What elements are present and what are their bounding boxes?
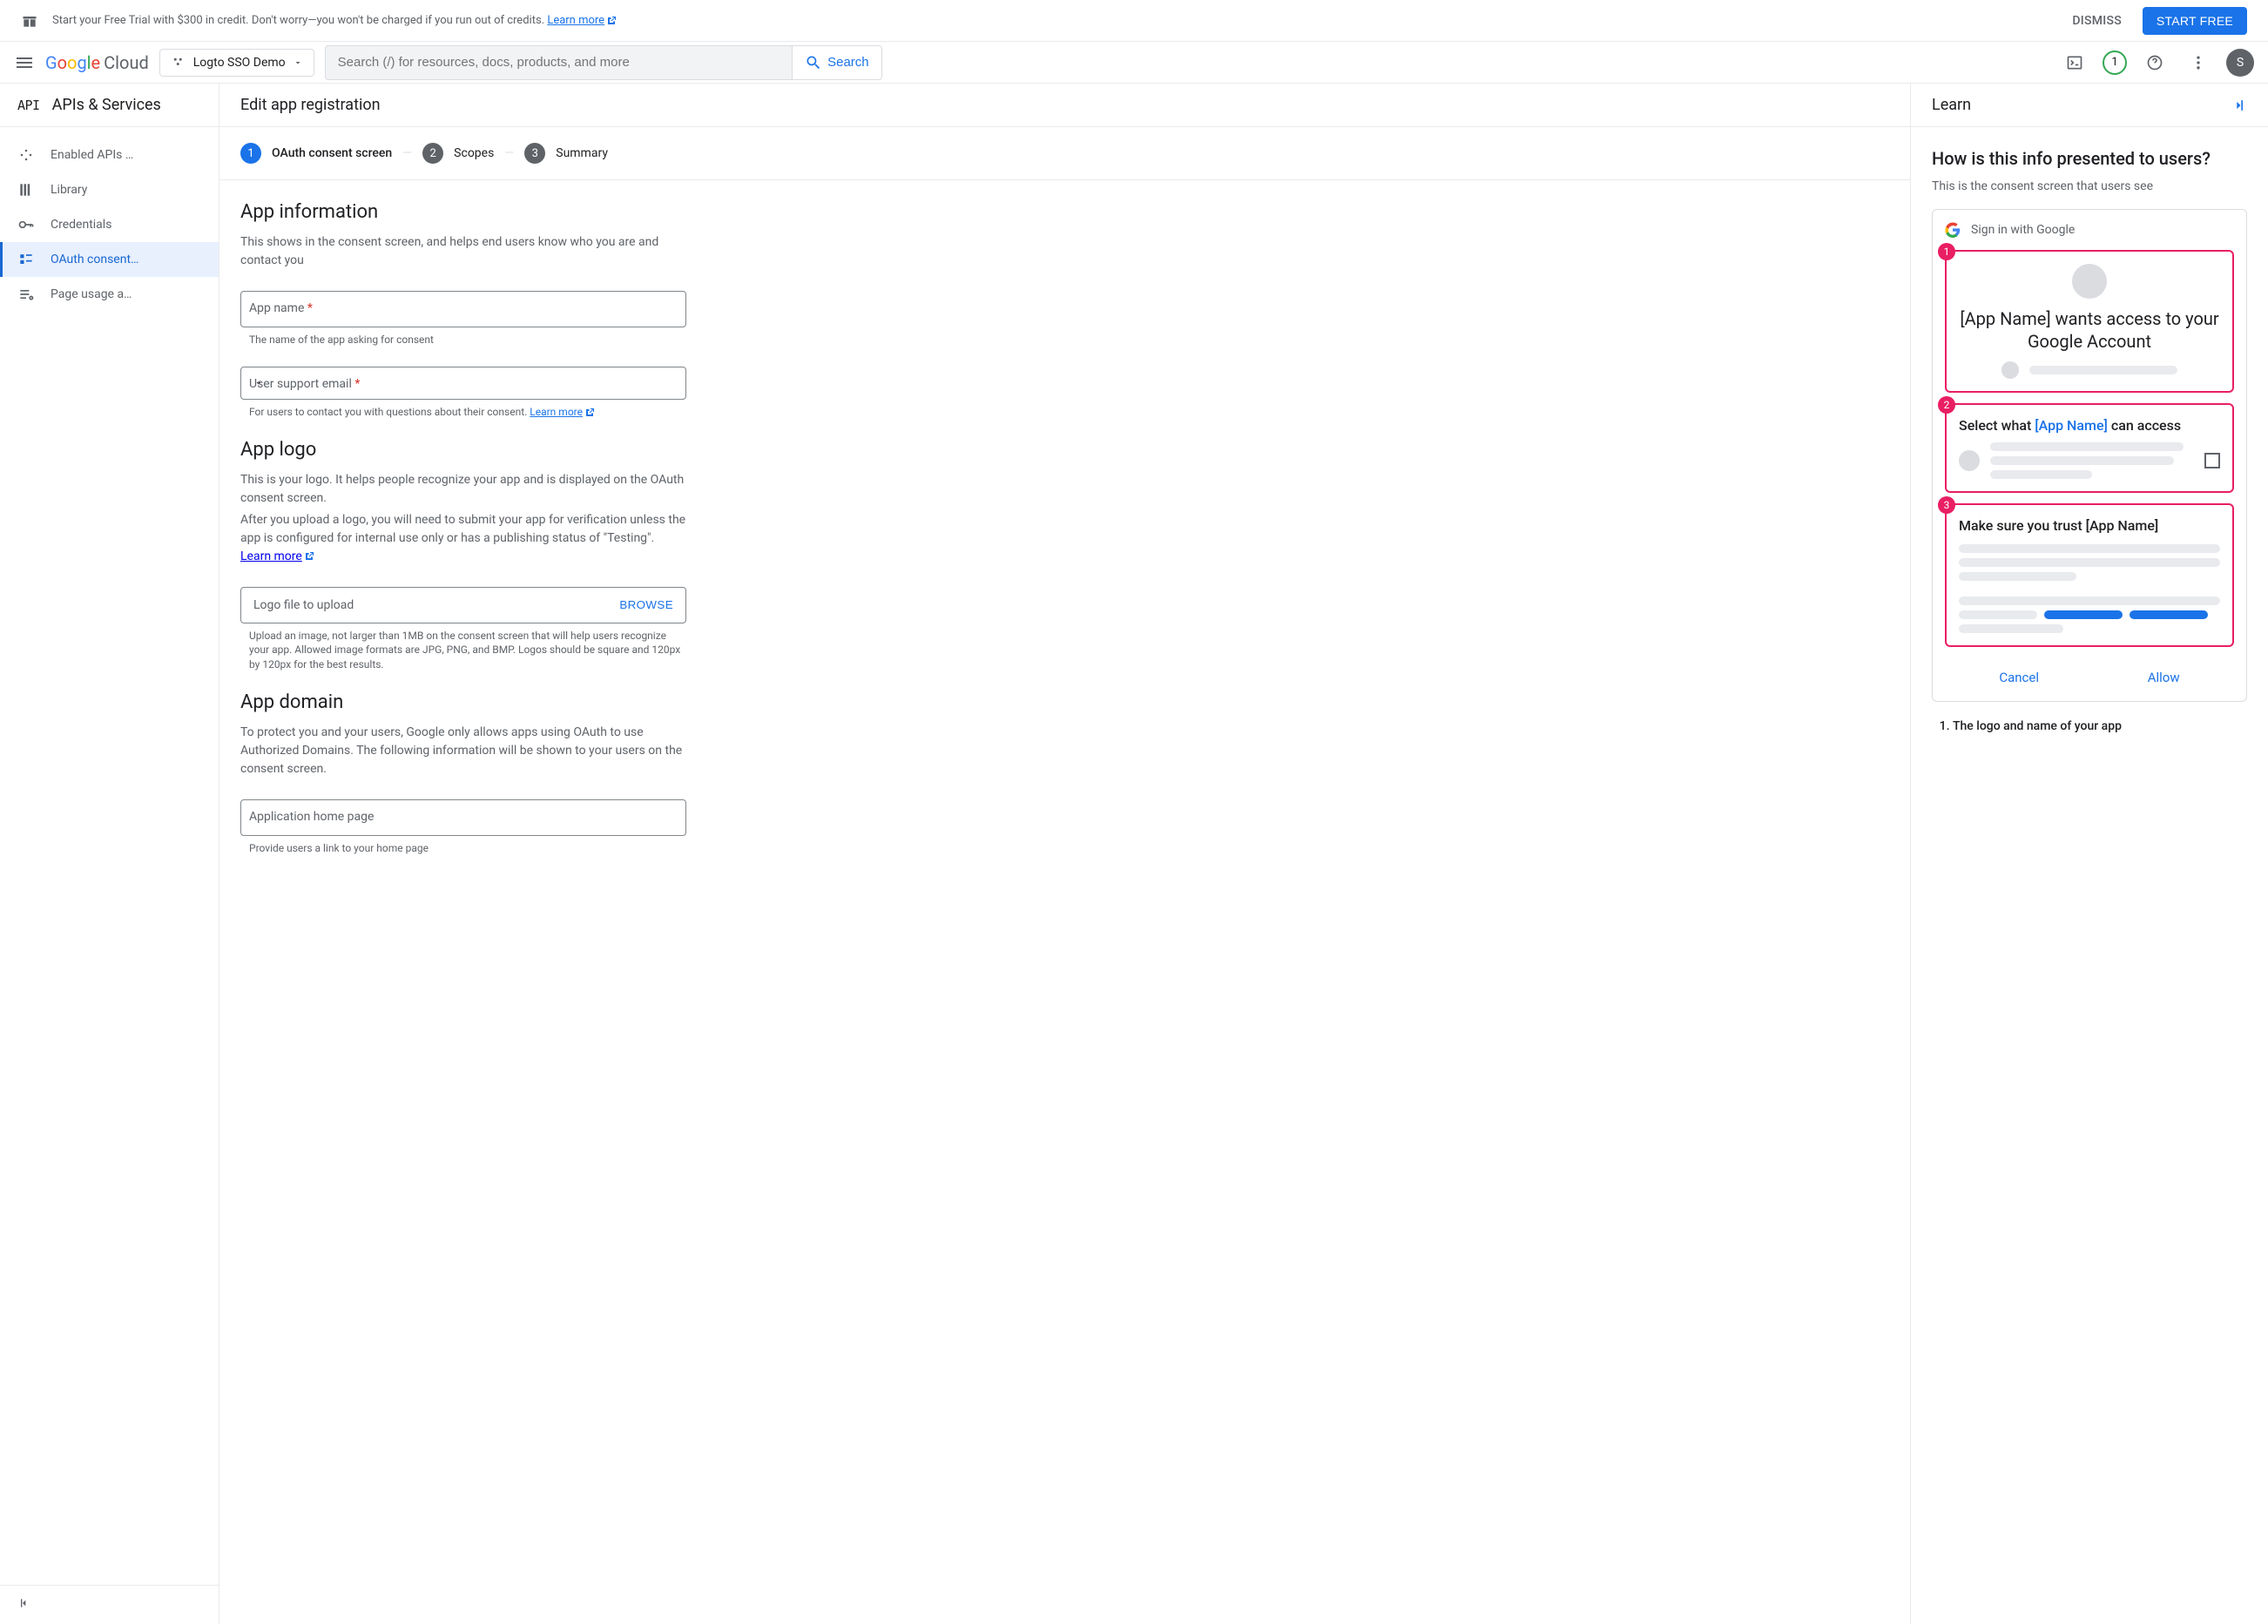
step-scopes[interactable]: 2 Scopes: [422, 143, 494, 164]
search-icon: [805, 54, 822, 71]
app-domain-title: App domain: [240, 691, 686, 713]
google-cloud-logo[interactable]: Google Cloud: [45, 52, 149, 73]
learn-sub: This is the consent screen that users se…: [1932, 179, 2247, 193]
consent-icon: [17, 251, 35, 268]
trial-badge[interactable]: 1: [2103, 51, 2127, 75]
sidebar-item-label: Library: [51, 183, 87, 197]
sidebar-item-credentials[interactable]: Credentials: [0, 207, 219, 242]
step-oauth-consent[interactable]: 1 OAuth consent screen: [240, 143, 392, 164]
user-support-email-field[interactable]: User support email *: [240, 367, 686, 400]
api-icon: API: [17, 98, 40, 113]
search-button[interactable]: Search: [793, 45, 882, 80]
sidebar-item-label: Enabled APIs …: [51, 148, 133, 162]
gift-icon: [21, 12, 38, 30]
sidebar-header[interactable]: API APIs & Services: [0, 84, 219, 127]
library-icon: [17, 181, 35, 199]
banner-text: Start your Free Trial with $300 in credi…: [52, 14, 2072, 27]
project-picker[interactable]: Logto SSO Demo: [159, 49, 314, 77]
sidebar-item-enabled-apis[interactable]: Enabled APIs …: [0, 138, 219, 172]
menu-icon[interactable]: [14, 52, 35, 73]
more-icon[interactable]: [2183, 47, 2214, 78]
cloud-shell-icon[interactable]: [2059, 47, 2090, 78]
agreements-icon: [17, 286, 35, 303]
collapse-icon: [17, 1596, 31, 1610]
key-icon: [17, 216, 35, 233]
app-domain-desc: To protect you and your users, Google on…: [240, 724, 686, 778]
logo-upload-helper: Upload an image, not larger than 1MB on …: [249, 629, 686, 672]
preview-card-3: 3 Make sure you trust [App Name]: [1945, 503, 2234, 647]
learn-list-item-1: The logo and name of your app: [1953, 719, 2247, 733]
consent-preview: Sign in with Google 1 [App Name] wants a…: [1932, 209, 2247, 702]
sidebar-item-oauth-consent[interactable]: OAuth consent…: [0, 242, 219, 277]
preview-allow: Allow: [2148, 670, 2180, 685]
logo-upload-label: Logo file to upload: [253, 598, 354, 612]
sidebar-item-page-usage[interactable]: Page usage a…: [0, 277, 219, 312]
help-icon[interactable]: [2139, 47, 2170, 78]
browse-button[interactable]: BROWSE: [619, 598, 673, 611]
page-title: Edit app registration: [219, 84, 1910, 127]
stepper: 1 OAuth consent screen — 2 Scopes — 3 Su…: [219, 127, 1910, 180]
enabled-apis-icon: [17, 146, 35, 164]
app-home-page-field[interactable]: [240, 799, 686, 836]
logo-upload-field[interactable]: Logo file to upload BROWSE: [240, 587, 686, 623]
email-learn-more-link[interactable]: Learn more: [530, 406, 595, 418]
app-info-desc: This shows in the consent screen, and he…: [240, 233, 686, 270]
caret-down-icon: [253, 378, 264, 388]
project-name: Logto SSO Demo: [193, 56, 286, 70]
logo-learn-more-link[interactable]: Learn more: [240, 549, 314, 563]
start-free-button[interactable]: START FREE: [2143, 7, 2247, 35]
app-logo-title: App logo: [240, 439, 686, 461]
sidebar-item-library[interactable]: Library: [0, 172, 219, 207]
app-home-page-helper: Provide users a link to your home page: [249, 841, 686, 856]
sidebar-collapse[interactable]: [0, 1585, 219, 1624]
preview-card-1: 1 [App Name] wants access to your Google…: [1945, 250, 2234, 393]
sidebar-item-label: Credentials: [51, 218, 111, 232]
google-g-icon: [1945, 222, 1961, 238]
sidebar-item-label: OAuth consent…: [51, 253, 138, 266]
collapse-panel-icon[interactable]: [2230, 97, 2247, 114]
caret-down-icon: [293, 57, 303, 68]
search-input[interactable]: [338, 55, 780, 70]
learn-title: Learn: [1932, 96, 1971, 114]
user-support-email-helper: For users to contact you with questions …: [249, 405, 686, 420]
search-input-wrap[interactable]: [325, 45, 793, 80]
avatar[interactable]: S: [2226, 49, 2254, 77]
app-logo-desc1: This is your logo. It helps people recog…: [240, 471, 686, 508]
app-name-helper: The name of the app asking for consent: [249, 333, 686, 347]
app-name-field[interactable]: [240, 291, 686, 327]
banner-learn-more-link[interactable]: Learn more: [547, 14, 617, 27]
dismiss-button[interactable]: DISMISS: [2072, 14, 2122, 28]
app-logo-desc2: After you upload a logo, you will need t…: [240, 511, 686, 566]
user-support-email-label: User support email *: [249, 377, 360, 391]
preview-cancel: Cancel: [1999, 670, 2039, 685]
app-info-title: App information: [240, 201, 686, 223]
sidebar-item-label: Page usage a…: [51, 287, 132, 301]
learn-heading: How is this info presented to users?: [1932, 148, 2247, 169]
preview-card-2: 2 Select what [App Name] can access: [1945, 403, 2234, 493]
step-summary[interactable]: 3 Summary: [524, 143, 608, 164]
project-icon: [171, 55, 186, 71]
